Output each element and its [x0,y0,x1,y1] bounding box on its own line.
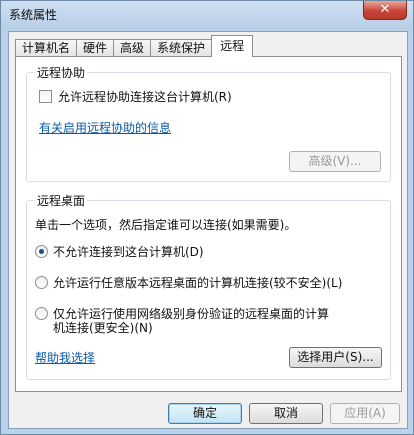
dialog-body: 计算机名 硬件 高级 系统保护 远程 远程协助 允许远程协助连接这台计算机(R)… [8,31,408,429]
close-icon: ✕ [379,2,391,17]
apply-button[interactable]: 应用(A) [330,403,400,424]
ok-button[interactable]: 确定 [168,403,242,424]
window-title: 系统属性 [9,8,58,22]
remote-assistance-title: 远程协助 [35,64,88,81]
tab-advanced[interactable]: 高级 [113,39,152,57]
advanced-button[interactable]: 高级(V)... [289,151,381,172]
remote-desktop-instruction: 单击一个选项，然后指定谁可以连接(如果需要)。 [35,218,297,232]
allow-remote-assistance-checkbox[interactable] [39,90,52,103]
tab-computer-name[interactable]: 计算机名 [15,39,78,57]
radio-allow-nla-only[interactable] [35,307,48,320]
title-bar[interactable]: 系统属性 ✕ [1,1,413,31]
tab-remote[interactable]: 远程 [211,35,254,57]
remote-desktop-title: 远程桌面 [35,192,88,209]
help-me-choose-link[interactable]: 帮助我选择 [35,349,95,366]
radio-disallow-connections-label[interactable]: 不允许连接到这台计算机(D) [53,243,204,260]
cancel-button[interactable]: 取消 [249,403,323,424]
radio-allow-any-version[interactable] [35,276,48,289]
remote-assistance-group: 远程协助 允许远程协助连接这台计算机(R) 有关启用远程协助的信息 高级(V).… [26,64,391,182]
close-button[interactable]: ✕ [363,1,407,20]
radio-allow-nla-only-label-line2[interactable]: 机连接(更安全)(N) [53,319,153,336]
system-properties-window: 系统属性 ✕ 计算机名 硬件 高级 系统保护 远程 远程协助 允许远程协助连接这… [0,0,414,435]
remote-assistance-info-link[interactable]: 有关启用远程协助的信息 [39,119,171,136]
radio-disallow-connections[interactable] [35,245,48,258]
allow-remote-assistance-label[interactable]: 允许远程协助连接这台计算机(R) [58,88,232,105]
remote-tab-panel: 远程协助 允许远程协助连接这台计算机(R) 有关启用远程协助的信息 高级(V).… [15,56,402,392]
tab-strip: 计算机名 硬件 高级 系统保护 远程 [15,35,254,57]
radio-allow-any-version-label[interactable]: 允许运行任意版本远程桌面的计算机连接(较不安全)(L) [53,274,342,291]
tab-hardware[interactable]: 硬件 [76,39,115,57]
remote-desktop-group: 远程桌面 单击一个选项，然后指定谁可以连接(如果需要)。 不允许连接到这台计算机… [26,192,391,380]
tab-system-protection[interactable]: 系统保护 [150,39,213,57]
select-users-button[interactable]: 选择用户(S)... [289,347,382,368]
